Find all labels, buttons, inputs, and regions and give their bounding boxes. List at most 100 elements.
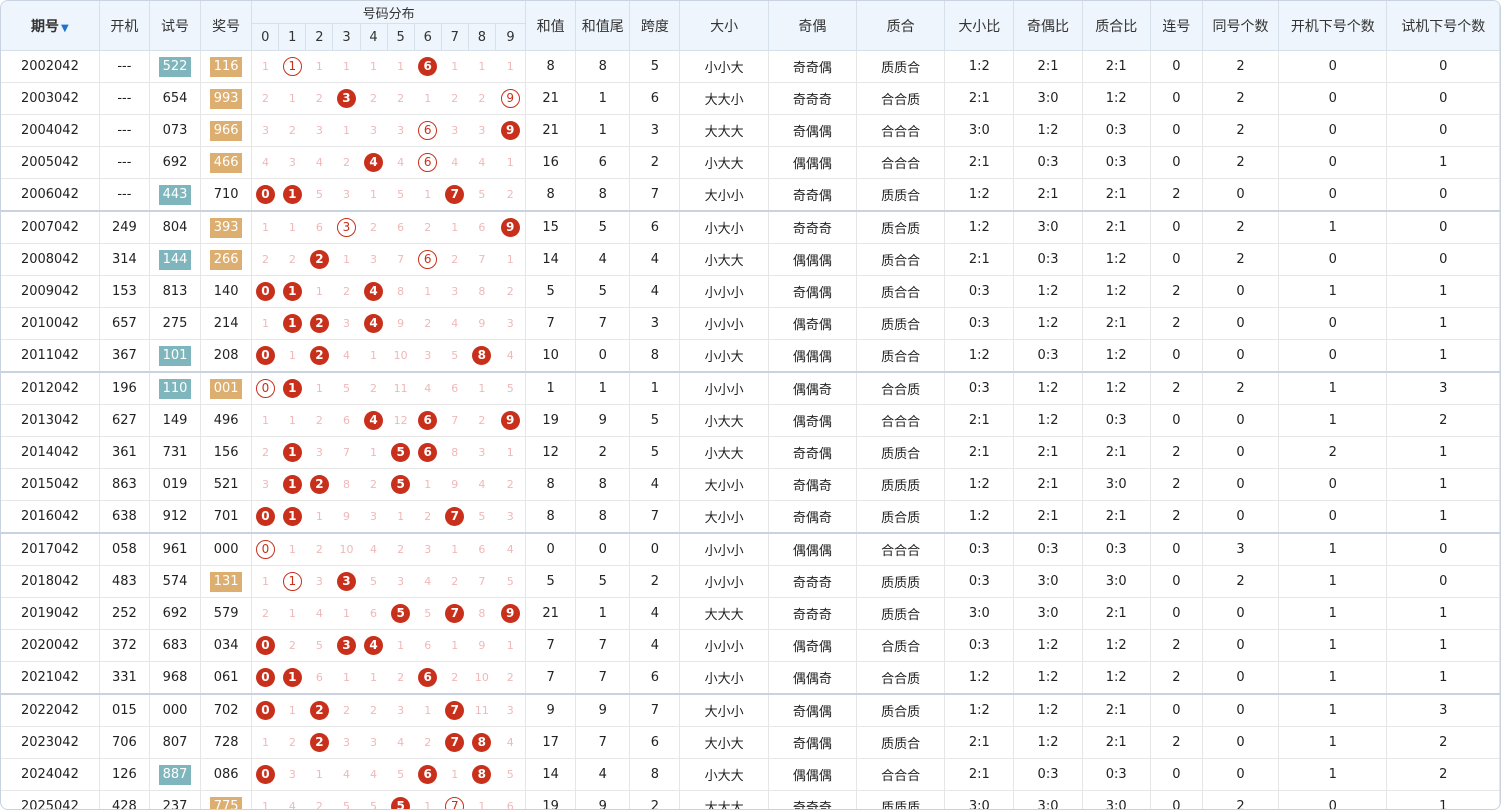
table-row: 2008042 314 144 266 2 2 2 1 3 7 6 2 7 1 14 4 4 小大大 偶偶偶 质合合 2… <box>1 243 1500 276</box>
test-next-cell: 0 <box>1386 565 1500 598</box>
table-row: 2018042 483 574 131 1 1 3 3 5 3 4 2 7 5 5 5 2 小小小 奇奇奇 质质质 0:… <box>1 565 1500 598</box>
distribution-cell-0: 0 <box>251 532 279 566</box>
prime-ratio-cell: 3:0 <box>1082 565 1151 598</box>
odd-even-cell: 奇奇奇 <box>768 597 857 630</box>
distribution-cell-8: 8 <box>468 726 496 759</box>
drawn-digit-ball: 2 <box>309 475 329 494</box>
miss-count: 5 <box>478 510 486 523</box>
odd-even-cell: 偶偶偶 <box>768 339 857 373</box>
drawn-digit-ball: 1 <box>282 668 302 687</box>
distribution-cell-0: 1 <box>251 726 279 759</box>
miss-count: 4 <box>315 607 323 620</box>
test-cell-value: 813 <box>162 284 188 299</box>
drawn-digit-ball: 9 <box>500 604 520 623</box>
miss-count: 2 <box>261 446 269 459</box>
same-count-cell: 0 <box>1202 178 1280 212</box>
sum-tail-cell: 5 <box>575 210 631 244</box>
miss-count: 3 <box>451 124 459 137</box>
distribution-cell-1: 1 <box>278 210 306 244</box>
odd-ratio-cell: 0:3 <box>1013 339 1083 373</box>
sort-desc-icon[interactable]: ▼ <box>61 23 69 34</box>
distribution-cell-5: 5 <box>387 597 415 630</box>
sum-cell: 0 <box>525 532 577 566</box>
same-count-cell: 2 <box>1202 146 1280 179</box>
size-ratio-header: 大小比 <box>944 1 1015 51</box>
distribution-cell-8: 10 <box>468 661 496 695</box>
distribution-cell-5: 1 <box>387 50 415 83</box>
distribution-cell-1: 1 <box>278 565 306 598</box>
miss-count: 1 <box>315 510 323 523</box>
miss-count: 1 <box>478 382 486 395</box>
same-count-header: 同号个数 <box>1202 1 1280 51</box>
distribution-cell-4: 2 <box>360 693 388 727</box>
miss-count: 1 <box>424 188 432 201</box>
distribution-cell-1: 1 <box>278 275 306 308</box>
same-count-cell: 2 <box>1202 371 1280 405</box>
distribution-cell-9: 3 <box>495 500 527 534</box>
test-next-cell: 2 <box>1386 404 1500 437</box>
open-cell: 361 <box>99 436 150 469</box>
drawn-digit-ball: 7 <box>445 185 465 204</box>
miss-count: 2 <box>451 253 459 266</box>
period-header[interactable]: 期号 ▼ <box>1 1 100 51</box>
size-ratio-cell: 2:1 <box>944 243 1015 276</box>
open-cell: 015 <box>99 693 150 727</box>
miss-count: 5 <box>397 768 405 781</box>
miss-count: 3 <box>424 543 432 556</box>
same-count-cell: 2 <box>1202 790 1280 809</box>
distribution-cell-9: 9 <box>495 114 527 147</box>
open-next-cell: 1 <box>1278 758 1388 791</box>
prime-ratio-cell: 2:1 <box>1082 500 1151 534</box>
consecutive-cell: 2 <box>1150 275 1203 308</box>
distribution-cell-1: 2 <box>278 243 306 276</box>
odd-ratio-cell: 3:0 <box>1013 82 1083 115</box>
distribution-cell-6: 6 <box>414 114 442 147</box>
prime-composite-cell: 质合质 <box>856 693 946 727</box>
miss-count: 6 <box>370 607 378 620</box>
miss-count: 4 <box>478 478 486 491</box>
miss-count: 2 <box>451 575 459 588</box>
distribution-cell-3: 2 <box>332 693 361 727</box>
digit-header-9: 9 <box>495 23 527 51</box>
distribution-cell-1: 3 <box>278 758 306 791</box>
consecutive-cell: 0 <box>1150 790 1203 809</box>
miss-count: 2 <box>261 92 269 105</box>
test-next-cell: 0 <box>1386 114 1500 147</box>
distribution-cell-1: 1 <box>278 339 306 373</box>
prize-cell-value: 993 <box>210 88 243 109</box>
test-cell-value: 101 <box>158 345 191 366</box>
odd-ratio-cell: 2:1 <box>1013 468 1083 501</box>
distribution-cell-2: 2 <box>305 243 333 276</box>
distribution-cell-8: 7 <box>468 243 496 276</box>
size-cell: 大大大 <box>679 597 769 630</box>
prize-cell: 966 <box>200 114 253 147</box>
miss-count: 2 <box>370 221 378 234</box>
distribution-cell-7: 2 <box>441 243 469 276</box>
test-digit-ring: 6 <box>418 121 438 140</box>
odd-ratio-cell: 2:1 <box>1013 50 1083 83</box>
distribution-cell-5: 1 <box>387 500 415 534</box>
test-cell: 522 <box>149 50 202 83</box>
open-next-cell: 1 <box>1278 275 1388 308</box>
open-next-cell: 1 <box>1278 210 1388 244</box>
sum-tail-cell: 9 <box>575 693 631 727</box>
test-next-cell: 1 <box>1386 307 1500 340</box>
miss-count: 8 <box>342 478 350 491</box>
prize-cell: 775 <box>200 790 253 809</box>
open-next-cell: 0 <box>1278 114 1388 147</box>
period-header-label: 期号 <box>31 18 60 35</box>
miss-count: 1 <box>261 221 269 234</box>
drawn-digit-ball: 0 <box>255 668 275 687</box>
size-cell: 小小大 <box>679 339 769 373</box>
test-cell: 275 <box>149 307 202 340</box>
sum-cell: 5 <box>525 275 577 308</box>
miss-count: 1 <box>315 382 323 395</box>
span-cell: 7 <box>629 178 681 212</box>
prime-ratio-cell: 1:2 <box>1082 339 1151 373</box>
prime-composite-cell: 合合质 <box>856 661 946 695</box>
drawn-digit-ball: 0 <box>255 701 275 720</box>
miss-count: 5 <box>506 768 514 781</box>
miss-count: 9 <box>342 510 350 523</box>
miss-count: 2 <box>506 188 514 201</box>
distribution-cell-4: 4 <box>360 404 388 437</box>
